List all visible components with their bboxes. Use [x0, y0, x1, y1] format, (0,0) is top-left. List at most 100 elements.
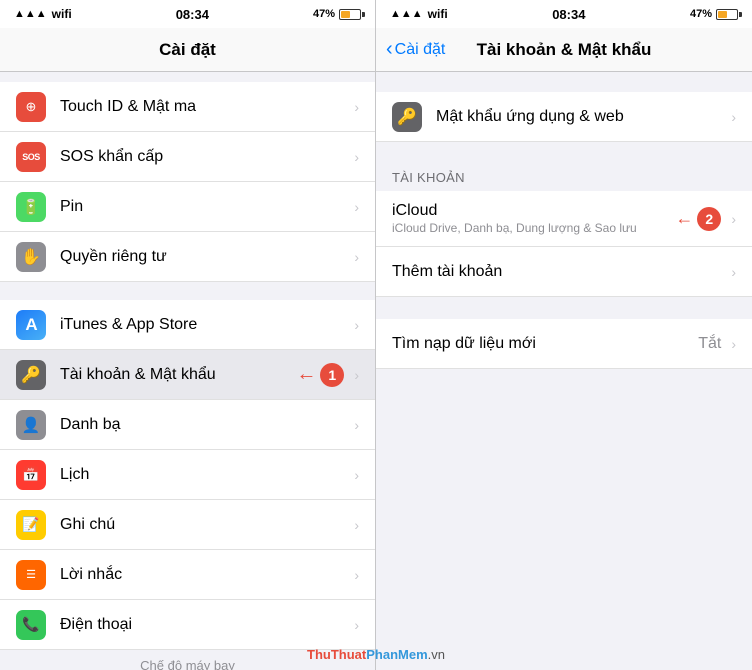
battery-icon-left	[339, 9, 361, 20]
icloud-text: iCloud iCloud Drive, Danh bạ, Dung lượng…	[392, 202, 673, 235]
list-item-icloud[interactable]: iCloud iCloud Drive, Danh bạ, Dung lượng…	[376, 191, 752, 247]
battery-pct-left: 47%	[313, 8, 335, 20]
notes-icon: 📝	[16, 510, 46, 540]
list-item-pin[interactable]: 🔋 Pin ›	[0, 182, 375, 232]
list-item-touchid[interactable]: ⊕ Touch ID & Mật ma ›	[0, 82, 375, 132]
list-item-add-account[interactable]: Thêm tài khoản ›	[376, 247, 752, 297]
list-item-fetch[interactable]: Tìm nạp dữ liệu mới Tắt ›	[376, 319, 752, 369]
sos-chevron: ›	[354, 149, 359, 165]
contacts-icon: 👤	[16, 410, 46, 440]
list-item-contacts[interactable]: 👤 Danh bạ ›	[0, 400, 375, 450]
pin-icon: 🔋	[16, 192, 46, 222]
status-right-left: 47%	[313, 8, 361, 20]
add-account-label: Thêm tài khoản	[392, 263, 502, 280]
settings-list-right: 🔑 Mật khẩu ứng dụng & web › TÀI KHOẢN iC…	[376, 72, 752, 670]
touchid-icon: ⊕	[16, 92, 46, 122]
status-right-right: 47%	[690, 8, 738, 20]
itunes-icon: A	[16, 310, 46, 340]
status-bar-left: ▲▲▲ wifi 08:34 47%	[0, 0, 375, 28]
calendar-icon: 📅	[16, 460, 46, 490]
list-item-privacy[interactable]: ✋ Quyền riêng tư ›	[0, 232, 375, 282]
step1-arrow: ←	[296, 363, 316, 386]
pin-text: Pin	[60, 198, 350, 216]
status-left-right: ▲▲▲ wifi	[390, 7, 448, 21]
nav-title-left: Cài đặt	[159, 40, 216, 60]
phone-chevron: ›	[354, 617, 359, 633]
reminders-chevron: ›	[354, 567, 359, 583]
phone-icon: 📞	[16, 610, 46, 640]
icloud-sublabel: iCloud Drive, Danh bạ, Dung lượng & Sao …	[392, 221, 673, 235]
list-item-accounts[interactable]: 🔑 Tài khoản & Mật khẩu ← 1 ›	[0, 350, 375, 400]
wifi-icon: wifi	[52, 7, 72, 21]
wifi-icon-right: wifi	[428, 7, 448, 21]
list-item-notes[interactable]: 📝 Ghi chú ›	[0, 500, 375, 550]
list-item-reminders[interactable]: ☰ Lời nhắc ›	[0, 550, 375, 600]
accounts-icon: 🔑	[16, 360, 46, 390]
battery-pct-right: 47%	[690, 8, 712, 20]
step2-arrow: ←	[675, 208, 693, 229]
sos-icon: SOS	[16, 142, 46, 172]
status-left: ▲▲▲ wifi	[14, 7, 72, 21]
list-item-password-web[interactable]: 🔑 Mật khẩu ứng dụng & web ›	[376, 92, 752, 142]
fetch-text: Tìm nạp dữ liệu mới	[392, 335, 698, 353]
sos-text: SOS khẩn cấp	[60, 148, 350, 166]
settings-list-left: ⊕ Touch ID & Mật ma › SOS SOS khẩn cấp ›…	[0, 72, 375, 670]
add-account-text: Thêm tài khoản	[392, 263, 727, 281]
password-web-text: Mật khẩu ứng dụng & web	[436, 108, 727, 126]
battery-icon-right	[716, 9, 738, 20]
notes-label: Ghi chú	[60, 516, 115, 533]
back-label: Cài đặt	[395, 41, 446, 59]
time-left: 08:34	[176, 7, 209, 22]
touchid-label: Touch ID & Mật ma	[60, 98, 196, 115]
signal-icon: ▲▲▲	[14, 8, 47, 20]
reminders-icon: ☰	[16, 560, 46, 590]
itunes-chevron: ›	[354, 317, 359, 333]
contacts-text: Danh bạ	[60, 416, 350, 434]
list-item-phone[interactable]: 📞 Điện thoại ›	[0, 600, 375, 650]
back-chevron-icon: ‹	[386, 39, 393, 59]
accounts-label: Tài khoản & Mật khẩu	[60, 366, 216, 383]
reminders-text: Lời nhắc	[60, 566, 350, 584]
nav-back-button[interactable]: ‹ Cài đặt	[386, 40, 445, 59]
touchid-chevron: ›	[354, 99, 359, 115]
icloud-chevron: ›	[731, 211, 736, 227]
calendar-label: Lịch	[60, 466, 89, 483]
contacts-label: Danh bạ	[60, 416, 121, 433]
touchid-text: Touch ID & Mật ma	[60, 98, 350, 116]
nav-title-right: Tài khoản & Mật khẩu	[477, 40, 652, 60]
nav-bar-left: Cài đặt	[0, 28, 375, 72]
notes-chevron: ›	[354, 517, 359, 533]
calendar-text: Lịch	[60, 466, 350, 484]
add-account-chevron: ›	[731, 264, 736, 280]
phone-label: Điện thoại	[60, 616, 132, 633]
list-item-calendar[interactable]: 📅 Lịch ›	[0, 450, 375, 500]
left-panel: ▲▲▲ wifi 08:34 47% Cài đặt ⊕ Touch ID & …	[0, 0, 376, 670]
list-item-itunes[interactable]: A iTunes & App Store ›	[0, 300, 375, 350]
fetch-chevron: ›	[731, 336, 736, 352]
calendar-chevron: ›	[354, 467, 359, 483]
phone-text: Điện thoại	[60, 616, 350, 634]
step1-badge: 1	[320, 363, 344, 387]
pin-label: Pin	[60, 198, 83, 215]
fetch-label: Tìm nạp dữ liệu mới	[392, 335, 536, 352]
right-panel: ▲▲▲ wifi 08:34 47% ‹ Cài đặt Tài khoản &…	[376, 0, 752, 670]
notes-text: Ghi chú	[60, 516, 350, 534]
accounts-text: Tài khoản & Mật khẩu	[60, 366, 294, 384]
icloud-label: iCloud	[392, 202, 673, 220]
password-web-chevron: ›	[731, 109, 736, 125]
fetch-value: Tắt	[698, 335, 721, 353]
list-item-sos[interactable]: SOS SOS khẩn cấp ›	[0, 132, 375, 182]
nav-bar-right: ‹ Cài đặt Tài khoản & Mật khẩu	[376, 28, 752, 72]
password-web-label: Mật khẩu ứng dụng & web	[436, 108, 624, 125]
itunes-text: iTunes & App Store	[60, 316, 350, 334]
time-right: 08:34	[552, 7, 585, 22]
itunes-label: iTunes & App Store	[60, 316, 197, 333]
accounts-chevron: ›	[354, 367, 359, 383]
section-header-accounts: TÀI KHOẢN	[376, 164, 752, 191]
password-web-icon: 🔑	[392, 102, 422, 132]
step2-badge: 2	[697, 207, 721, 231]
contacts-chevron: ›	[354, 417, 359, 433]
status-bar-right: ▲▲▲ wifi 08:34 47%	[376, 0, 752, 28]
privacy-icon: ✋	[16, 242, 46, 272]
signal-icon-right: ▲▲▲	[390, 8, 423, 20]
